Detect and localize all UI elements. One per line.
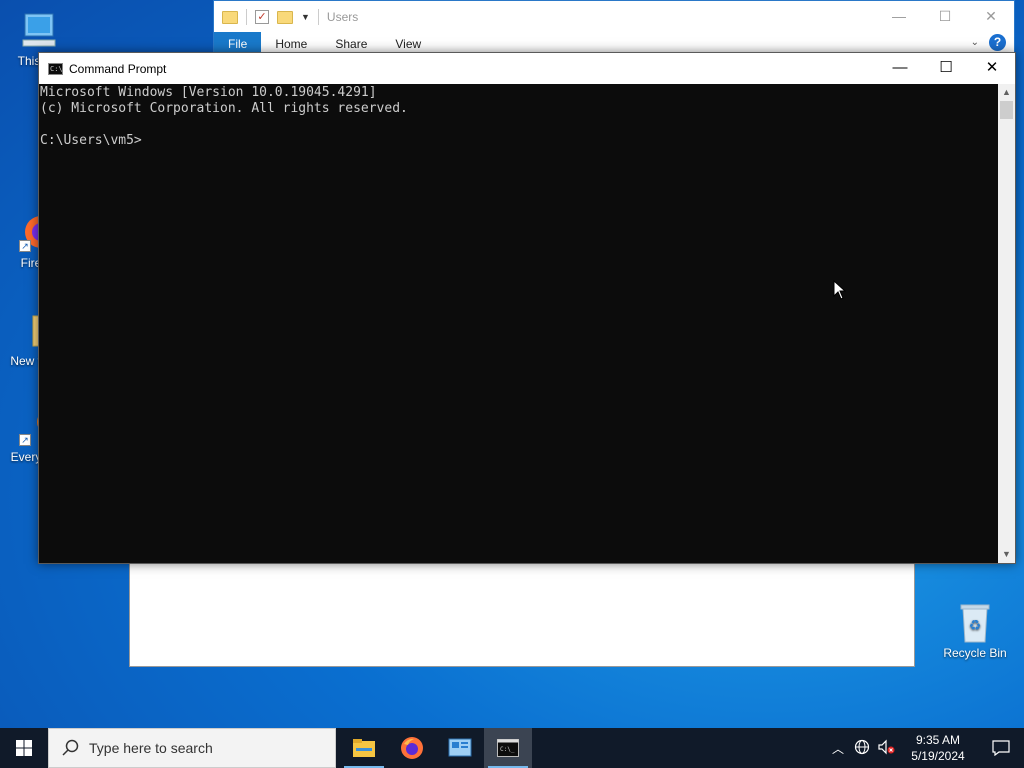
caption-buttons: — ☐ ✕ [876,1,1014,31]
notification-center-button[interactable] [978,740,1024,756]
minimize-button[interactable]: — [876,1,922,31]
window-title: Users [326,10,359,24]
svg-text:C:\_: C:\_ [500,746,515,753]
file-explorer-window[interactable]: ✓ ▼ Users — ☐ ✕ File Home Share View ⌄ ? [213,0,1015,60]
console-line: Microsoft Windows [Version 10.0.19045.42… [40,85,377,100]
command-prompt-icon: C:\_ [497,739,519,757]
vertical-scrollbar[interactable]: ▲ ▼ [998,84,1015,563]
svg-text:♻: ♻ [969,617,982,633]
start-button[interactable] [0,728,48,768]
divider [317,9,319,25]
help-icon[interactable]: ? [989,34,1006,51]
properties-icon[interactable]: ✓ [255,10,269,24]
search-placeholder: Type here to search [89,740,213,756]
firefox-icon [401,737,423,759]
minimize-button[interactable]: — [877,53,923,83]
volume-muted-icon[interactable] [874,739,898,758]
title-bar[interactable]: C:\ Command Prompt — ☐ ✕ [39,53,1015,84]
scroll-up-icon[interactable]: ▲ [998,84,1015,101]
scroll-thumb[interactable] [1000,101,1013,119]
expand-ribbon-icon[interactable]: ⌄ [971,37,979,48]
caption-buttons: — ☐ ✕ [877,53,1015,83]
new-folder-icon[interactable] [277,10,293,24]
taskbar-firefox[interactable] [388,728,436,768]
maximize-button[interactable]: ☐ [923,53,969,83]
console-output[interactable]: Microsoft Windows [Version 10.0.19045.42… [39,84,998,563]
close-button[interactable]: ✕ [969,53,1015,83]
system-tray: ︿ 9:35 AM 5/19/2024 [826,728,1024,768]
desktop-icon-label: Recycle Bin [943,646,1007,660]
folder-icon [222,10,238,24]
search-icon [62,739,79,756]
window-title: Command Prompt [69,61,167,76]
taskbar-file-explorer[interactable] [340,728,388,768]
show-hidden-icons-icon[interactable]: ︿ [826,740,850,757]
ribbon-right: ⌄ ? [971,34,1006,51]
chevron-down-icon[interactable]: ▼ [301,12,310,22]
command-prompt-icon: C:\ [48,62,63,75]
command-prompt-window[interactable]: C:\ Command Prompt — ☐ ✕ Microsoft Windo… [38,52,1016,564]
clock[interactable]: 9:35 AM 5/19/2024 [898,732,978,764]
recycle-bin-icon: ♻ [955,602,995,643]
scroll-down-icon[interactable]: ▼ [998,546,1015,563]
taskbar-command-prompt[interactable]: C:\_ [484,728,532,768]
clock-time: 9:35 AM [915,733,961,747]
file-explorer-content[interactable] [129,560,915,667]
file-explorer-icon [353,739,375,757]
console-prompt: C:\Users\vm5> [40,133,142,148]
quick-access-toolbar: ✓ ▼ Users [222,7,358,27]
shortcut-arrow-icon: ↗ [19,240,31,252]
console-line: (c) Microsoft Corporation. All rights re… [40,101,408,116]
divider [246,9,247,25]
shortcut-arrow-icon: ↗ [19,434,31,446]
search-box[interactable]: Type here to search [48,728,336,768]
notification-icon [992,740,1010,756]
control-panel-icon [448,738,472,757]
windows-logo-icon [16,740,32,756]
maximize-button[interactable]: ☐ [922,1,968,31]
network-icon[interactable] [850,739,874,758]
desktop-icon-recycle-bin[interactable]: ♻ Recycle Bin [940,602,1010,660]
taskbar-control-panel[interactable] [436,728,484,768]
taskbar-apps: C:\_ [340,728,532,768]
close-button[interactable]: ✕ [968,1,1014,31]
clock-date: 5/19/2024 [911,749,965,763]
computer-icon [19,10,59,50]
taskbar: Type here to search C:\_ ︿ 9:35 AM 5/19/… [0,728,1024,768]
